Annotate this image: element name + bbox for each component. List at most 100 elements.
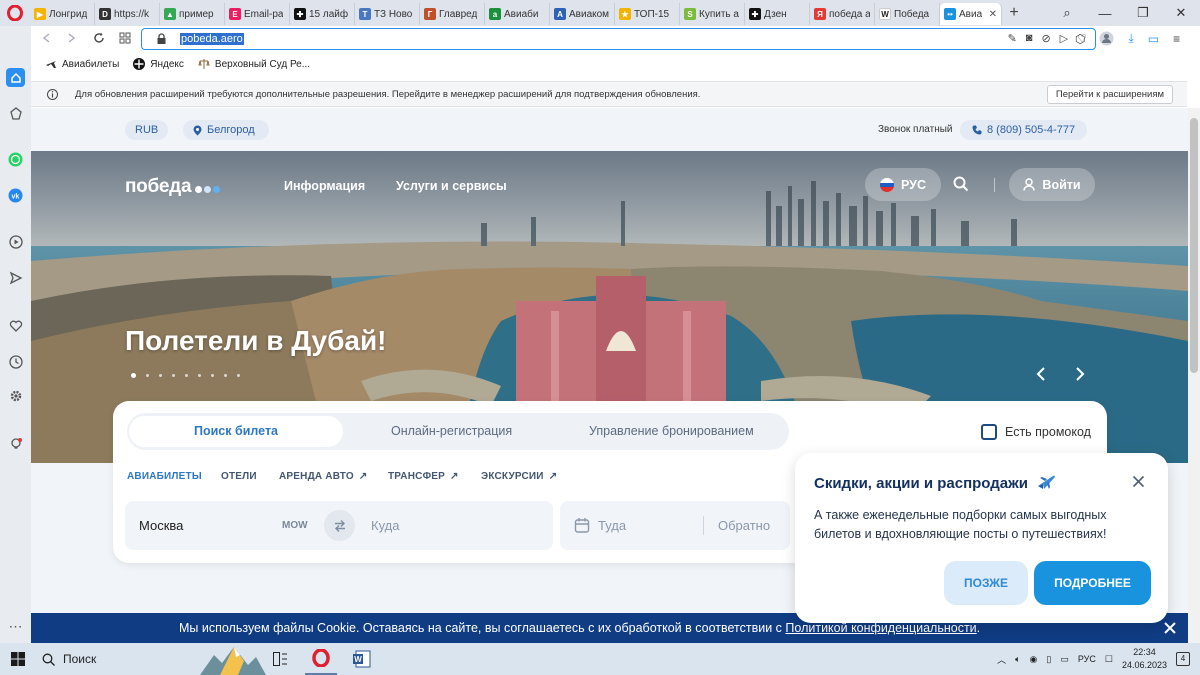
browser-tab[interactable]: a Авиаби xyxy=(485,3,550,25)
category-hotels[interactable]: ОТЕЛИ xyxy=(221,471,257,482)
category-car-rental[interactable]: АРЕНДА АВТО ↗ xyxy=(279,471,367,482)
extensions-cube-icon[interactable]: ⬡ xyxy=(1075,32,1085,46)
destination-input[interactable]: Куда xyxy=(371,518,399,533)
browser-tab[interactable]: ▲ пример xyxy=(160,3,225,25)
windows-start-icon[interactable] xyxy=(11,652,25,666)
currency-selector[interactable]: RUB xyxy=(125,120,169,140)
browser-tab[interactable]: S Купить а xyxy=(680,3,745,25)
bookmark-yandex[interactable]: Яндекс xyxy=(133,58,184,70)
browser-tab[interactable]: A Авиаком xyxy=(550,3,615,25)
browser-tab[interactable]: ▶ Лонгрид xyxy=(30,3,95,25)
later-button[interactable]: ПОЗЖЕ xyxy=(944,561,1028,605)
back-icon[interactable] xyxy=(41,32,53,44)
tabs-grid-icon[interactable] xyxy=(119,32,131,44)
speed-dial-icon[interactable] xyxy=(6,104,25,123)
forward-icon[interactable] xyxy=(65,32,77,44)
lock-icon[interactable] xyxy=(156,33,167,45)
browser-tab[interactable]: Dhttps://k xyxy=(95,3,160,25)
category-excursions[interactable]: ЭКСКУРСИИ ↗ xyxy=(481,471,557,482)
easy-setup-menu-icon[interactable]: ≡ xyxy=(1173,32,1180,46)
language-indicator[interactable]: РУС xyxy=(1078,654,1096,664)
tips-lightbulb-icon[interactable] xyxy=(6,434,25,453)
show-hidden-icons[interactable]: ︿ xyxy=(997,653,1006,666)
swap-route-button[interactable] xyxy=(324,510,355,541)
bookmark-aviabilety[interactable]: Авиабилеты xyxy=(45,58,119,70)
whatsapp-icon[interactable] xyxy=(6,150,25,169)
send-icon[interactable] xyxy=(6,268,25,287)
return-date-input[interactable]: Обратно xyxy=(718,518,770,533)
minimize-button[interactable]: — xyxy=(1086,6,1124,21)
more-details-button[interactable]: ПОДРОБНЕЕ xyxy=(1034,561,1151,605)
notifications-icon[interactable]: 4 xyxy=(1176,652,1190,666)
close-tab-icon[interactable]: ✕ xyxy=(989,9,997,20)
depart-date-input[interactable]: Туда xyxy=(598,518,626,533)
browser-tab[interactable]: •• Авиа ✕ xyxy=(940,3,1002,25)
taskbar-search[interactable]: Поиск xyxy=(36,643,212,675)
volume-icon[interactable]: 🔈︎ xyxy=(1015,654,1020,665)
language-button[interactable]: РУС xyxy=(865,168,941,201)
login-button[interactable]: Войти xyxy=(1009,168,1095,201)
taskbar-clock[interactable]: 22:34 24.06.2023 xyxy=(1122,646,1167,672)
edit-icon[interactable]: ✎ xyxy=(1008,32,1017,45)
browser-tab[interactable]: T ТЗ Ново xyxy=(355,3,420,25)
browser-tab[interactable]: ✚ 15 лайф xyxy=(290,3,355,25)
taskbar-word-app[interactable]: W xyxy=(346,643,378,675)
tab-online-checkin[interactable]: Онлайн-регистрация xyxy=(391,413,512,450)
chat-icon[interactable]: ☐ xyxy=(1105,654,1113,665)
browser-tab[interactable]: ✚ Дзен xyxy=(745,3,810,25)
close-window-button[interactable]: ✕ xyxy=(1162,5,1200,21)
display-icon[interactable]: ▭ xyxy=(1060,654,1069,665)
popup-close-icon[interactable] xyxy=(1132,475,1145,488)
pobeda-logo[interactable]: победа xyxy=(125,176,221,198)
more-dots-icon[interactable]: ⋯ xyxy=(6,616,25,635)
adblock-icon[interactable]: ⊘ xyxy=(1041,32,1050,45)
nav-information[interactable]: Информация xyxy=(284,179,365,193)
browser-tab[interactable]: Г Главред xyxy=(420,3,485,25)
search-icon[interactable] xyxy=(953,176,969,192)
browser-tab[interactable]: W Победа xyxy=(875,3,940,25)
address-bar[interactable]: pobeda.aero ✎ ◙ ⊘ ▷ ♡ xyxy=(141,28,1096,50)
browser-tab[interactable]: ★ ТОП-15 xyxy=(615,3,680,25)
send-to-icon[interactable]: ▷ xyxy=(1060,32,1068,45)
player-icon[interactable] xyxy=(6,232,25,251)
task-view-icon[interactable] xyxy=(273,652,288,666)
restore-button[interactable]: ❐ xyxy=(1124,5,1162,21)
network-icon[interactable]: ◉ xyxy=(1030,654,1038,665)
heart-icon[interactable] xyxy=(6,316,25,335)
settings-gear-icon[interactable] xyxy=(6,386,25,405)
scrollbar-thumb[interactable] xyxy=(1190,118,1198,373)
history-icon[interactable] xyxy=(6,352,25,371)
checkbox-box[interactable] xyxy=(981,424,997,440)
taskbar-opera-app[interactable] xyxy=(305,643,337,675)
battery-saver-icon[interactable]: ▭ xyxy=(1148,32,1159,46)
city-selector[interactable]: Белгород xyxy=(183,120,269,140)
page-scrollbar[interactable] xyxy=(1188,108,1200,643)
downloads-icon[interactable]: ⤓ xyxy=(1128,31,1133,46)
carousel-next-icon[interactable] xyxy=(1074,366,1086,382)
carousel-prev-icon[interactable] xyxy=(1035,366,1047,382)
privacy-policy-link[interactable]: Политикой конфиденциальности xyxy=(785,621,976,635)
battery-icon[interactable]: ▯ xyxy=(1046,654,1051,665)
category-flights[interactable]: АВИАБИЛЕТЫ xyxy=(127,471,202,482)
opera-logo-icon[interactable] xyxy=(0,0,30,26)
new-tab-button[interactable]: + xyxy=(1002,4,1026,22)
category-transfer[interactable]: ТРАНСФЕР ↗ xyxy=(388,471,459,482)
promo-code-checkbox[interactable]: Есть промокод xyxy=(981,424,1091,440)
tab-ticket-search[interactable]: Поиск билета xyxy=(129,416,343,447)
reload-icon[interactable] xyxy=(93,32,105,44)
search-highlight-mountain-icon[interactable] xyxy=(200,643,266,675)
nav-services[interactable]: Услуги и сервисы xyxy=(396,179,507,193)
cookie-close-icon[interactable] xyxy=(1163,621,1177,635)
origin-input[interactable]: Москва xyxy=(139,518,183,533)
browser-tab[interactable]: E Email-ра xyxy=(225,3,290,25)
search-tabs-icon[interactable]: ⌕ xyxy=(1048,5,1086,21)
phone-link[interactable]: 8 (809) 505-4-777 xyxy=(960,120,1088,140)
carousel-dots[interactable] xyxy=(131,373,240,378)
browser-tab[interactable]: Япобеда а xyxy=(810,3,875,25)
home-icon[interactable] xyxy=(6,68,25,87)
url-text[interactable]: pobeda.aero xyxy=(180,33,244,45)
vk-icon[interactable]: vk xyxy=(6,186,25,205)
profile-avatar-icon[interactable] xyxy=(1099,31,1114,46)
snapshot-icon[interactable]: ◙ xyxy=(1026,32,1033,45)
bookmark-supreme-court[interactable]: Верховный Суд Ре... xyxy=(198,58,310,70)
